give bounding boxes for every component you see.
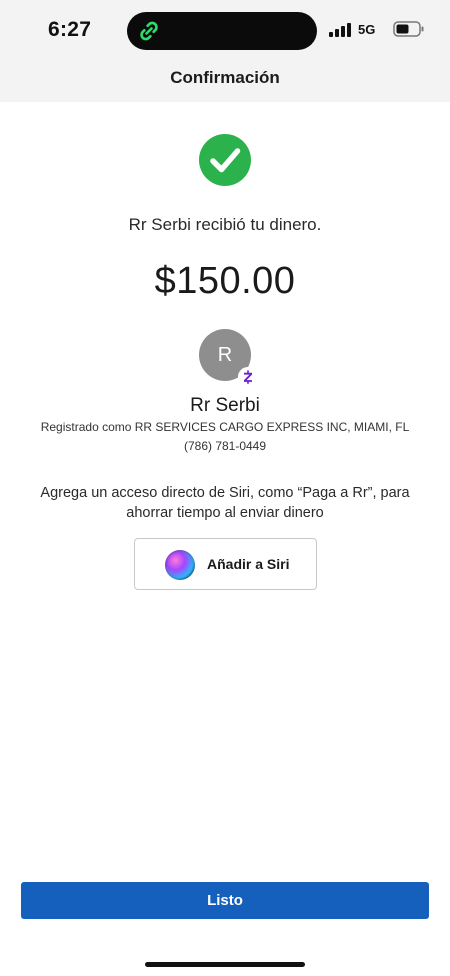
- network-label: 5G: [358, 22, 376, 37]
- siri-icon: [165, 550, 195, 580]
- done-button[interactable]: Listo: [21, 882, 429, 919]
- top-bar: 6:27 5G Confirmación: [0, 0, 450, 102]
- confirmation-message: Rr Serbi recibió tu dinero.: [128, 215, 322, 234]
- registered-as-text: Registrado como RR SERVICES CARGO EXPRES…: [40, 420, 410, 434]
- check-circle-icon: [199, 134, 251, 186]
- add-to-siri-label: Añadir a Siri: [207, 556, 290, 572]
- siri-shortcut-prompt: Agrega un acceso directo de Siri, como “…: [40, 485, 410, 521]
- cellular-signal-icon: [329, 23, 351, 37]
- home-indicator: [145, 962, 305, 967]
- dynamic-island: [127, 12, 317, 50]
- recipient-phone: (786) 781-0449: [183, 439, 267, 453]
- status-time: 6:27: [48, 18, 92, 41]
- link-icon: [140, 21, 158, 41]
- zelle-icon: [238, 367, 258, 387]
- battery-icon: [393, 21, 424, 37]
- page-title: Confirmación: [170, 68, 280, 87]
- confirmation-screen: 6:27 5G Confirmación Rr Serbi recibió tu…: [0, 0, 450, 976]
- add-to-siri-button[interactable]: Añadir a Siri: [134, 538, 317, 590]
- recipient-name: Rr Serbi: [190, 395, 260, 416]
- amount: $150.00: [154, 260, 296, 302]
